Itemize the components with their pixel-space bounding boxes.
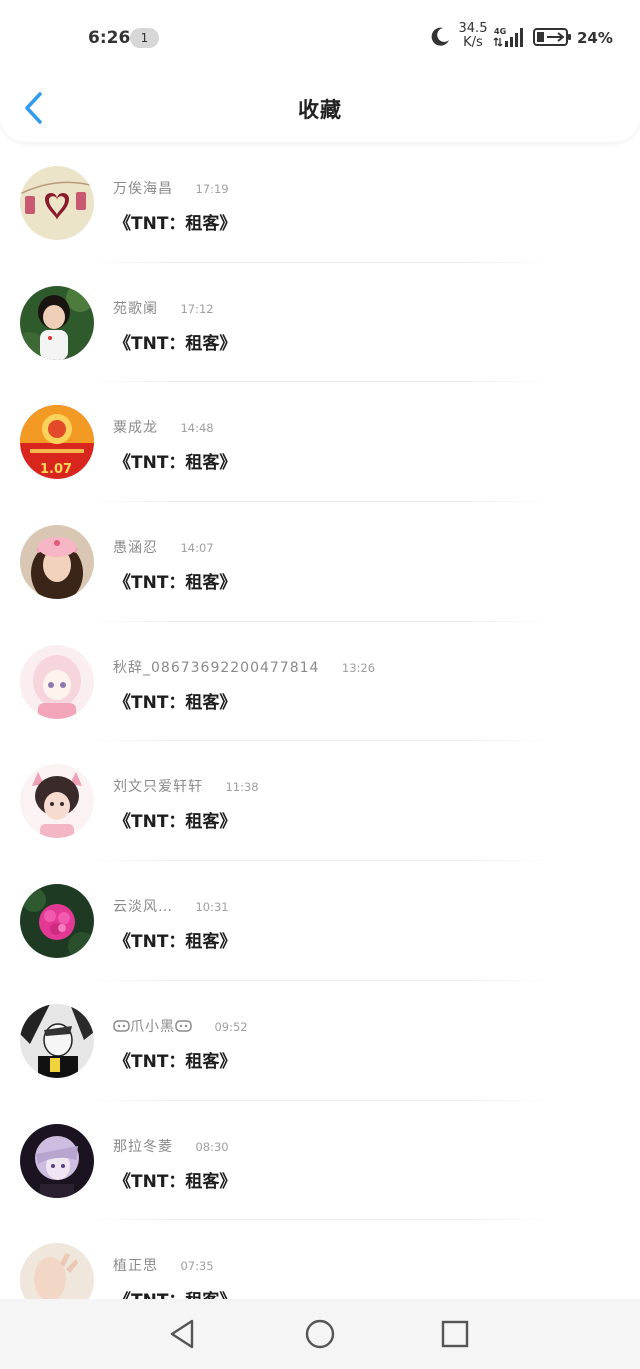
item-meta: 刘文只爱轩轩 11:38 — [113, 776, 259, 796]
list-item[interactable]: 爪小黑 09:52 《TNT：租客》 — [0, 981, 640, 1101]
user-name: 云淡风… — [113, 899, 173, 916]
item-time: 08:30 — [195, 1139, 229, 1154]
heart-photo-avatar[interactable] — [20, 166, 94, 240]
item-time: 11:38 — [225, 780, 259, 795]
purple-anime-avatar[interactable] — [20, 1123, 94, 1198]
item-title: 《TNT：租客》 — [114, 1171, 237, 1192]
user-name: 万俟海昌 — [113, 181, 173, 197]
item-meta: 秋辞_08673692200477814 13:26 — [113, 657, 375, 677]
speed-unit: K/s — [463, 35, 483, 50]
favorites-list: 万俟海昌 17:19 《TNT：租客》 苑歌阑 17:12 《TNT：租客》 1… — [0, 143, 640, 1299]
item-meta: 云淡风… 10:31 — [113, 896, 229, 916]
status-time: 6:26 — [88, 28, 131, 48]
status-bar: 6:26 1 34.5 K/s 4G 24% — [0, 0, 640, 78]
item-meta: 植正思 07:35 — [113, 1255, 214, 1275]
svg-text:1.07: 1.07 — [40, 462, 72, 477]
item-time: 14:07 — [180, 541, 214, 556]
list-item[interactable]: 万俟海昌 17:19 《TNT：租客》 — [0, 143, 640, 263]
recents-square-icon[interactable] — [438, 1317, 472, 1351]
list-item[interactable]: 云淡风… 10:31 《TNT：租客》 — [0, 861, 640, 981]
list-item[interactable]: 1.07 粟成龙 14:48 《TNT：租客》 — [0, 382, 640, 503]
moon-icon — [431, 27, 449, 46]
item-title: 《TNT：租客》 — [114, 1286, 236, 1299]
item-time: 14:48 — [180, 421, 214, 436]
page-title: 收藏 — [298, 98, 342, 122]
list-item[interactable]: 愚涵忍 14:07 《TNT：租客》 — [0, 502, 640, 622]
speed-value: 34.5 — [458, 21, 488, 36]
list-item[interactable]: 植正思 07:35 《TNT：租客》 — [0, 1220, 640, 1299]
list-item[interactable]: 秋辞_08673692200477814 13:26 《TNT：租客》 — [0, 622, 640, 742]
network-speed: 34.5 K/s — [458, 22, 488, 50]
item-meta: 愚涵忍 14:07 — [113, 537, 214, 557]
anime-boy-avatar[interactable] — [20, 764, 94, 839]
list-item[interactable]: 苑歌阑 17:12 《TNT：租客》 — [0, 263, 640, 383]
item-meta: 爪小黑 09:52 — [113, 1016, 248, 1036]
user-name: 那拉冬菱 — [113, 1138, 173, 1155]
cat-face-icon — [113, 1020, 130, 1032]
item-title: 《TNT：租客》 — [114, 932, 237, 953]
flower-avatar[interactable] — [20, 884, 94, 959]
battery-percent: 24% — [577, 29, 613, 47]
hand-photo-avatar[interactable] — [20, 1243, 94, 1299]
item-title: 《TNT：租客》 — [114, 812, 237, 833]
user-name: 愚涵忍 — [113, 540, 158, 557]
item-time: 17:19 — [195, 182, 229, 196]
signal-icon: 4G — [493, 27, 523, 47]
item-title: 《TNT：租客》 — [114, 453, 237, 474]
red-packet-avatar[interactable]: 1.07 — [20, 405, 94, 480]
item-title: 《TNT：租客》 — [114, 1051, 237, 1072]
manga-avatar[interactable] — [20, 1003, 94, 1078]
user-name: 植正思 — [113, 1258, 158, 1275]
notification-badge: 1 — [130, 28, 159, 48]
system-navigation-bar — [0, 1299, 640, 1369]
user-name: 粟成龙 — [113, 420, 158, 437]
item-time: 13:26 — [341, 660, 376, 675]
item-title: 《TNT：租客》 — [114, 214, 237, 234]
anime-girl-avatar[interactable] — [20, 644, 94, 719]
list-item[interactable]: 刘文只爱轩轩 11:38 《TNT：租客》 — [0, 741, 640, 862]
item-time: 10:31 — [195, 900, 229, 915]
battery-charging-icon — [533, 28, 571, 46]
header: 6:26 1 34.5 K/s 4G 24% 收藏 — [0, 0, 640, 142]
item-meta: 粟成龙 14:48 — [113, 417, 214, 437]
item-meta: 苑歌阑 17:12 — [113, 298, 214, 318]
item-title: 《TNT：租客》 — [114, 333, 237, 354]
user-name: 苑歌阑 — [113, 300, 158, 317]
item-meta: 万俟海昌 17:19 — [113, 178, 229, 198]
item-meta: 那拉冬菱 08:30 — [113, 1136, 229, 1156]
item-title: 《TNT：租客》 — [114, 573, 237, 594]
user-name: 爪小黑 — [113, 1016, 192, 1036]
user-name: 刘文只爱轩轩 — [113, 779, 203, 796]
back-triangle-icon[interactable] — [166, 1317, 200, 1351]
cat-face-icon — [175, 1020, 192, 1032]
item-time: 17:12 — [180, 301, 214, 316]
item-title: 《TNT：租客》 — [114, 692, 237, 713]
item-time: 09:52 — [214, 1019, 248, 1034]
girl-cap-avatar[interactable] — [20, 525, 94, 600]
home-circle-icon[interactable] — [303, 1317, 337, 1351]
network-type: 4G — [494, 27, 506, 36]
user-name-text: 爪小黑 — [130, 1018, 175, 1035]
user-name: 秋辞_08673692200477814 — [113, 659, 320, 676]
child-photo-avatar[interactable] — [20, 285, 94, 360]
list-item[interactable]: 那拉冬菱 08:30 《TNT：租客》 — [0, 1101, 640, 1221]
item-time: 07:35 — [180, 1259, 214, 1274]
